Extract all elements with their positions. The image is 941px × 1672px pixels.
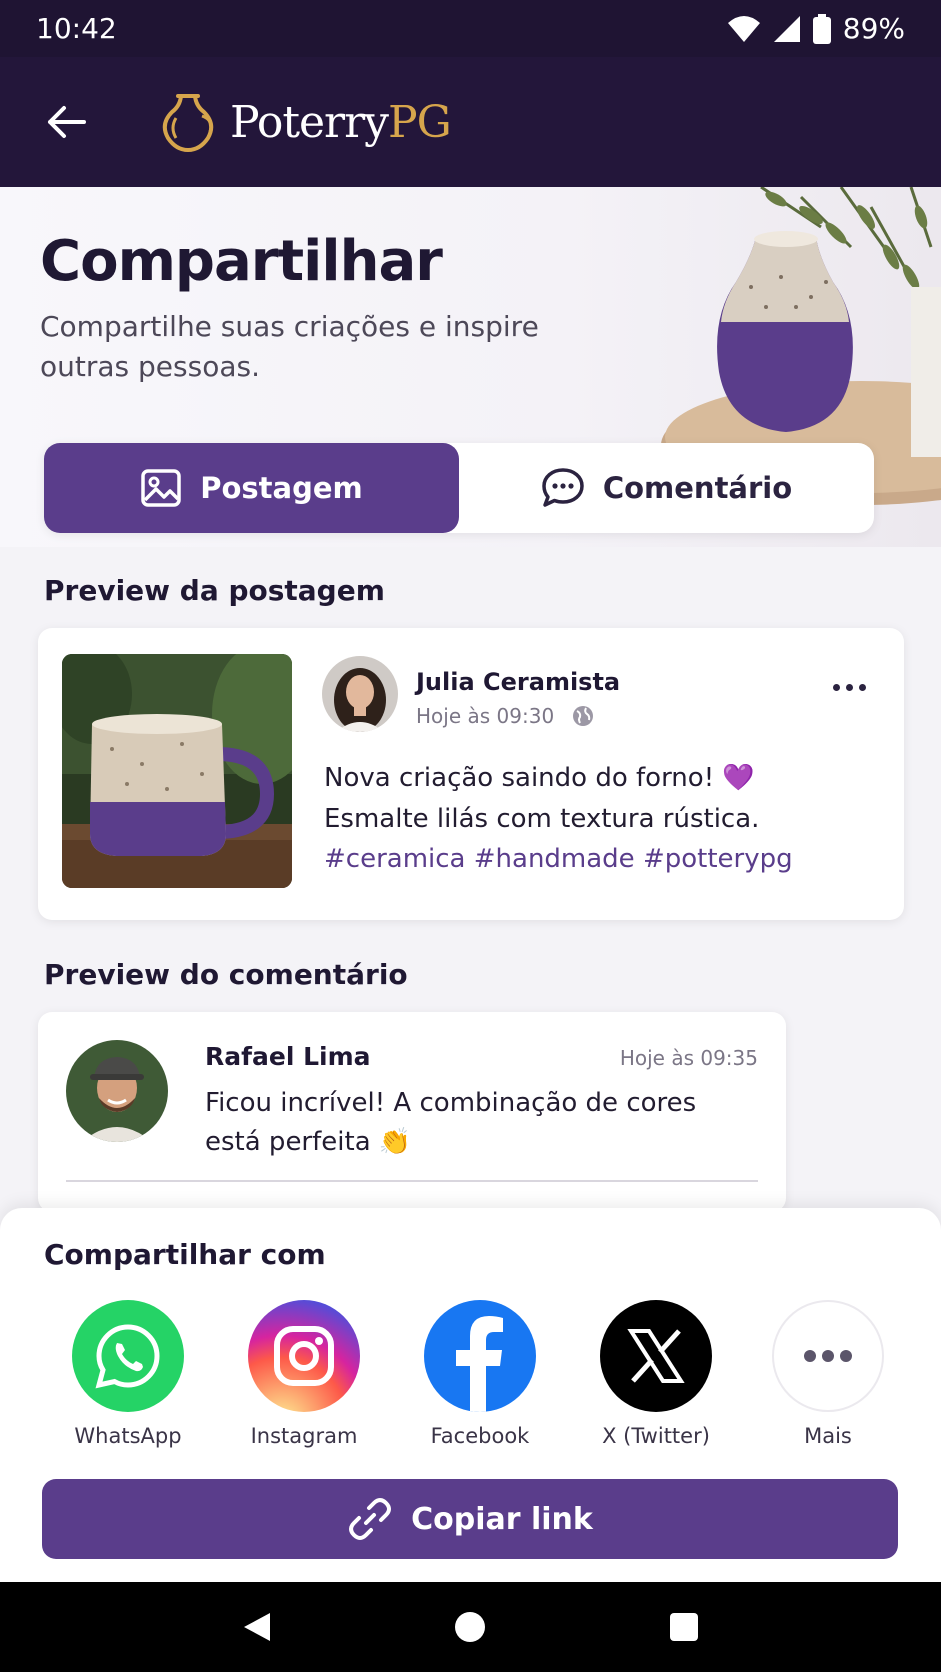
post-timestamp: Hoje às 09:30 — [416, 704, 594, 728]
page-title: Compartilhar — [40, 229, 443, 294]
comment-preview-title: Preview do comentário — [44, 958, 408, 991]
battery-icon — [812, 13, 831, 44]
nav-home-button[interactable] — [440, 1597, 500, 1657]
more-dot — [845, 683, 853, 691]
share-sheet: Compartilhar com WhatsApp Instagram Face… — [0, 1208, 941, 1582]
more-dot — [858, 683, 866, 691]
post-preview-title: Preview da postagem — [44, 574, 385, 607]
nav-back-button[interactable] — [227, 1597, 287, 1657]
copy-link-button[interactable]: Copiar link — [42, 1479, 898, 1559]
post-time-text: Hoje às 09:30 — [416, 704, 555, 728]
app-bar: PoterryPG — [0, 57, 941, 187]
share-instagram-button[interactable]: Instagram — [224, 1300, 384, 1448]
share-instagram-label: Instagram — [250, 1424, 358, 1448]
tab-comentario-label: Comentário — [602, 471, 793, 505]
square-recents-icon — [670, 1613, 699, 1641]
logo-text-accent: PG — [387, 96, 452, 148]
vase-logo-icon — [162, 94, 214, 153]
link-icon — [349, 1498, 392, 1540]
status-icons: 89% — [727, 12, 905, 45]
more-icon — [772, 1300, 884, 1412]
chat-bubble-icon — [542, 468, 584, 507]
comment-divider — [66, 1180, 758, 1182]
image-icon — [141, 469, 181, 507]
system-nav-bar — [0, 1582, 941, 1672]
julia-avatar — [322, 656, 398, 732]
share-sheet-title: Compartilhar com — [44, 1238, 326, 1271]
back-button[interactable] — [26, 82, 106, 162]
whatsapp-icon — [72, 1300, 184, 1412]
more-dot — [832, 683, 840, 691]
circle-home-icon — [455, 1612, 486, 1642]
comment-body-text: Ficou incrível! A combinação de cores es… — [205, 1088, 697, 1157]
instagram-icon — [248, 1300, 360, 1412]
share-type-tabs: Postagem Comentário — [44, 443, 874, 533]
share-whatsapp-button[interactable]: WhatsApp — [48, 1300, 208, 1448]
comment-author-name: Rafael Lima — [205, 1042, 371, 1071]
share-whatsapp-label: WhatsApp — [74, 1424, 182, 1448]
share-facebook-label: Facebook — [430, 1424, 530, 1448]
signal-icon — [773, 15, 800, 42]
nav-recents-button[interactable] — [654, 1597, 714, 1657]
post-preview-card: Julia Ceramista Hoje às 09:30 Nova criaç… — [38, 628, 904, 920]
status-bar: 10:42 89% — [0, 0, 941, 57]
globe-icon — [573, 706, 594, 726]
share-facebook-button[interactable]: Facebook — [400, 1300, 560, 1448]
tab-postagem-label: Postagem — [200, 471, 363, 505]
comment-preview-card: Rafael Lima Hoje às 09:35 Ficou incrível… — [38, 1012, 786, 1212]
copy-link-label: Copiar link — [411, 1501, 593, 1537]
post-more-button[interactable] — [824, 672, 874, 702]
facebook-icon — [424, 1300, 536, 1412]
wifi-icon — [727, 15, 760, 42]
share-x-button[interactable]: X (Twitter) — [576, 1300, 736, 1448]
share-more-button[interactable]: Mais — [748, 1300, 908, 1448]
post-hashtags[interactable]: #ceramica #handmade #potterypg — [324, 844, 793, 874]
app-logo-text: PoterryPG — [230, 96, 452, 148]
battery-percent: 89% — [842, 12, 905, 45]
rafael-avatar — [66, 1040, 168, 1142]
tab-comentario[interactable]: Comentário — [459, 443, 874, 533]
status-time: 10:42 — [36, 12, 117, 45]
app-logo: PoterryPG — [156, 90, 452, 154]
post-body-text: Nova criação saindo do forno! 💜 Esmalte … — [324, 763, 760, 834]
share-x-label: X (Twitter) — [602, 1424, 710, 1448]
share-more-label: Mais — [804, 1424, 852, 1448]
comment-timestamp: Hoje às 09:35 — [619, 1046, 758, 1070]
tab-postagem[interactable]: Postagem — [44, 443, 459, 533]
x-icon — [600, 1300, 712, 1412]
post-author-name: Julia Ceramista — [416, 668, 621, 696]
arrow-left-icon — [48, 106, 86, 138]
logo-text-main: Poterry — [230, 96, 389, 148]
triangle-back-icon — [243, 1613, 270, 1641]
page-subtitle: Compartilhe suas criações e inspire outr… — [40, 310, 539, 383]
post-mug-image — [62, 654, 292, 888]
